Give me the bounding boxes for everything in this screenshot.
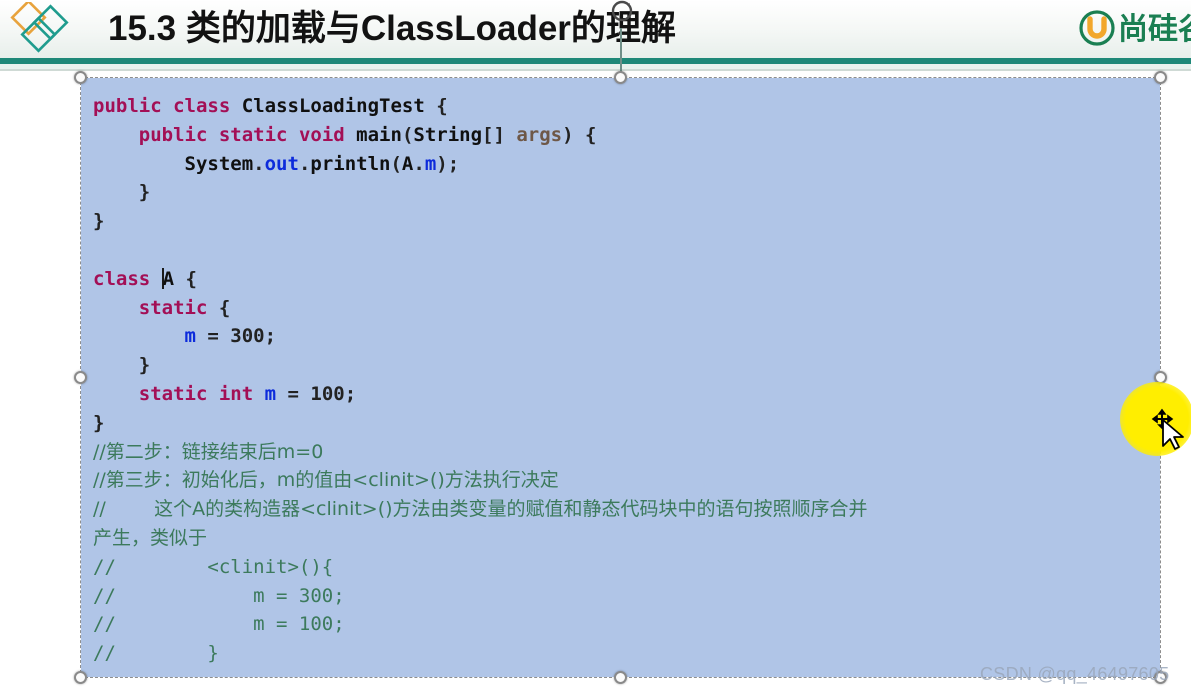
rotate-icon[interactable] — [611, 0, 633, 22]
brand-name: 尚硅谷 — [1118, 13, 1191, 46]
resize-handle-bottom-center[interactable] — [613, 671, 627, 684]
code-snippet-object[interactable]: public class ClassLoadingTest { public s… — [74, 0, 1167, 684]
code-line: public class ClassLoadingTest { — [93, 95, 448, 117]
code-line: 产生，类似于 — [93, 526, 208, 549]
code-line: public static void main(String[] args) { — [138, 123, 597, 146]
code-line: // m = 100; — [93, 613, 345, 636]
resize-handle-bottom-left[interactable] — [74, 671, 87, 684]
code-line: m = 300; — [184, 325, 277, 348]
csdn-watermark: CSDN @qq_46497605 — [980, 664, 1170, 684]
page-title: 15.3 类的加载与ClassLoader的理解 — [108, 9, 676, 48]
code-line: //第二步：链接结束后m=0 — [93, 440, 324, 463]
code-line: // } — [93, 642, 219, 665]
code-line: } — [93, 210, 105, 233]
code-line: class A { — [93, 267, 197, 290]
code-line: // m = 300; — [93, 584, 345, 607]
diamond-logo-icon — [8, 0, 80, 58]
code-surface[interactable]: public class ClassLoadingTest { public s… — [80, 77, 1161, 678]
slide-header: 15.3 类的加载与ClassLoader的理解 尚硅谷 — [0, 0, 1191, 58]
resize-handle-top-right[interactable] — [1154, 71, 1167, 84]
code-line: // 这个A的类构造器<clinit>()方法由类变量的赋值和静态代码块中的语句… — [93, 498, 868, 521]
code-line: } — [93, 411, 105, 434]
resize-handle-top-left[interactable] — [74, 71, 87, 84]
code-line: static int m = 100; — [138, 382, 357, 405]
code-line: // <clinit>(){ — [93, 555, 334, 578]
code-line: } — [93, 181, 151, 204]
brand-u-icon — [1079, 10, 1115, 50]
code-text: public class ClassLoadingTest { public s… — [93, 92, 868, 668]
brand-logo: 尚硅谷 — [1079, 10, 1191, 50]
header-divider-shadow — [0, 69, 1191, 71]
code-line: System.out.println(A.m); — [184, 152, 460, 175]
resize-handle-middle-left[interactable] — [74, 370, 87, 384]
rotate-handle[interactable] — [611, 0, 633, 78]
code-line: //第三步：初始化后，m的值由<clinit>()方法执行决定 — [93, 469, 559, 492]
code-line: } — [93, 354, 151, 377]
resize-handle-top-center[interactable] — [613, 71, 627, 84]
code-line: static { — [138, 296, 231, 319]
resize-handle-middle-right[interactable] — [1154, 370, 1167, 384]
